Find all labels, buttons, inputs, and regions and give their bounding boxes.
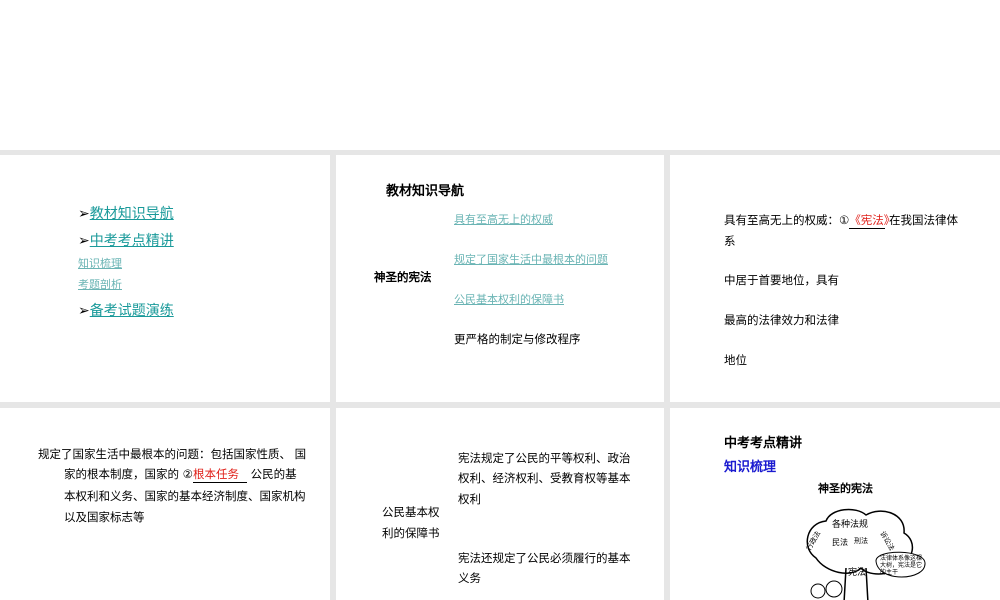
nav-link-exam-points[interactable]: 中考考点精讲 [90,233,174,249]
nav-link-knowledge[interactable]: 知识梳理 [78,255,122,271]
section-heading: 中考考点精讲 [724,436,803,451]
nav-link-analysis[interactable]: 考题剖析 [78,276,122,292]
fund-line3: 本权利和义务、国家的基本经济制度、国家机构 [64,489,306,503]
nav-link-practice[interactable]: 备考试题演练 [90,303,174,319]
branch-link-authority[interactable]: 具有至高无上的权威 [454,211,553,227]
branch-procedure: 更严格的制定与修改程序 [454,332,581,346]
tree-word-criminal-law: 刑法 [854,536,868,545]
rights-line2: 权利、经济权利、受教育权等基本 [458,471,631,485]
tree-drawing: 各种法规 行政法 民法 刑法 诉讼法 宪法 [804,508,926,600]
rights-label-1: 公民基本权 [382,505,440,519]
text: 具有至高无上的权威：① [724,213,850,227]
slide-authority: 具有至高无上的权威：①《宪法》 在我国法律体 系 中居于首要地位，具有 最高的法… [670,155,1000,402]
slide-title: 教材知识导航 [386,184,465,199]
arrow-icon: ➢ [78,303,90,319]
slide-mindmap[interactable]: 教材知识导航 神圣的宪法 具有至高无上的权威 规定了国家生活中最根本的问题 公民… [336,155,664,402]
nav-link-textbook[interactable]: 教材知识导航 [90,206,174,222]
text: 公民的基 [250,467,297,481]
constitution-tree-illustration: 各种法规 行政法 民法 刑法 诉讼法 宪法 法律体系像这棵大树，宪法是它的主干 [796,503,926,600]
slide-exam-points: 中考考点精讲 知识梳理 神圣的宪法 各种法规 行政法 民法 刑法 诉讼法 宪法 … [670,408,1000,600]
slide-fundamental: 规定了国家生活中最根本的问题：包括国家性质、 国 家的根本制度，国家的 ②根本任… [0,408,330,600]
answer-1: 《宪法》 [849,213,896,229]
section-subheading: 知识梳理 [724,460,777,475]
branch-link-rights[interactable]: 公民基本权利的保障书 [454,291,564,307]
image-caption: 神圣的宪法 [818,482,873,495]
slide-grid: ➢教材知识导航 ➢中考考点精讲 知识梳理 考题剖析 ➢备考试题演练 教材知识导航… [0,150,1000,600]
tree-word-civil-law: 民法 [832,537,848,547]
rights-line5: 义务 [458,571,481,585]
arrow-icon: ➢ [78,233,90,249]
authority-line5: 地位 [724,353,747,367]
authority-line4: 最高的法律效力和法律 [724,313,839,327]
rights-label-2: 利的保障书 [382,526,440,540]
tree-speech-bubble-text: 法律体系像这棵大树，宪法是它的主干 [880,555,923,576]
tree-word-constitution: 宪法 [848,566,866,578]
branch-link-fundamental[interactable]: 规定了国家生活中最根本的问题 [454,251,608,267]
authority-line3: 中居于首要地位，具有 [724,273,839,287]
authority-line1: 具有至高无上的权威：①《宪法》 在我国法律体 [724,212,958,229]
rights-line1: 宪法规定了公民的平等权利、政治 [458,451,631,465]
fund-line4: 以及国家标志等 [64,510,145,524]
mindmap-center: 神圣的宪法 [374,270,432,284]
rights-line3: 权利 [458,492,481,506]
blank-top-area [0,0,1000,150]
slide-nav[interactable]: ➢教材知识导航 ➢中考考点精讲 知识梳理 考题剖析 ➢备考试题演练 [0,155,330,402]
text: 在我国法律体 [888,213,958,227]
tree-word-regulations: 各种法规 [832,518,868,530]
answer-2: 根本任务 [192,466,247,483]
authority-line2: 系 [724,234,736,248]
slide-rights: 公民基本权 利的保障书 宪法规定了公民的平等权利、政治 权利、经济权利、受教育权… [336,408,664,600]
text: 家的根本制度，国家的 ② [64,467,193,481]
fund-line1: 规定了国家生活中最根本的问题：包括国家性质、 国 [38,447,307,461]
rights-line4: 宪法还规定了公民必须履行的基本 [458,551,631,565]
fund-line2: 家的根本制度，国家的 ②根本任务 公民的基 [64,466,297,483]
arrow-icon: ➢ [78,206,90,222]
